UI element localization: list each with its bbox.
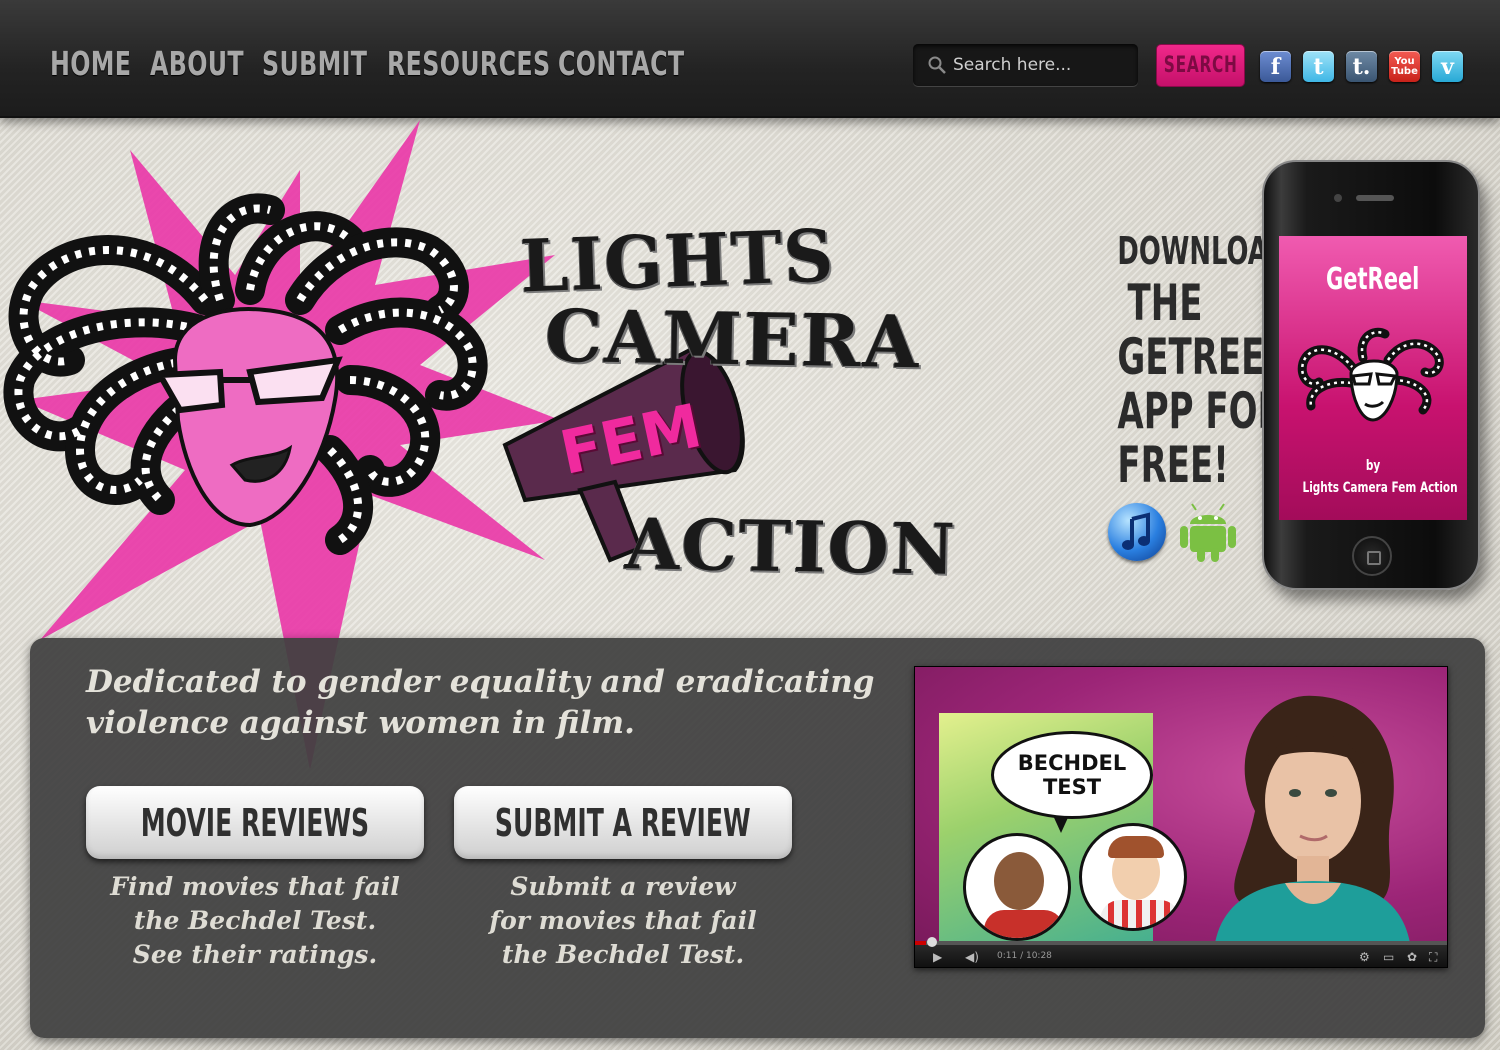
- video-progress-bar[interactable]: [915, 937, 1447, 947]
- vimeo-icon[interactable]: v: [1432, 51, 1463, 82]
- submit-review-desc-line-2: for movies that fail: [489, 906, 757, 935]
- tumblr-icon[interactable]: t.: [1346, 51, 1377, 82]
- logo-word-action: ACTION: [624, 502, 958, 591]
- submit-review-desc-line-3: the Bechdel Test.: [501, 940, 745, 969]
- submit-review-description: Submit a review for movies that fail the…: [454, 870, 792, 972]
- itunes-icon[interactable]: [1108, 503, 1166, 561]
- search-input[interactable]: [953, 52, 1128, 78]
- hd-icon[interactable]: ✿: [1407, 950, 1417, 964]
- comic-character-left: [963, 833, 1071, 941]
- facebook-icon[interactable]: f: [1260, 51, 1291, 82]
- video-controls: ▶ ◀) 0:11 / 10:28 ⚙ ▭ ✿ ⛶: [915, 937, 1447, 967]
- app-byline: by Lights Camera Fem Action: [1279, 458, 1467, 496]
- youtube-glyph: You Tube: [1391, 55, 1418, 77]
- top-navbar: HOME ABOUT SUBMIT RESOURCES CONTACT SEAR…: [0, 0, 1500, 118]
- intro-panel: Dedicated to gender equality and eradica…: [30, 638, 1485, 1038]
- comic-character-right: [1079, 823, 1187, 931]
- video-time: 0:11 / 10:28: [997, 951, 1052, 961]
- app-by-text: by: [1365, 458, 1381, 474]
- captions-icon[interactable]: ▭: [1383, 950, 1394, 964]
- bubble-text-line-1: BECHDEL: [1017, 751, 1127, 775]
- main-nav: HOME ABOUT SUBMIT RESOURCES CONTACT: [50, 44, 698, 83]
- medusa-app-icon: [1297, 327, 1444, 422]
- phone-home-button: [1352, 536, 1392, 576]
- presenter-image: [1215, 695, 1410, 943]
- download-line-2: THE: [1127, 274, 1203, 332]
- nav-contact-link[interactable]: CONTACT: [558, 44, 684, 83]
- app-title-text: GetReel: [1326, 262, 1420, 297]
- speech-bubble: BECHDEL TEST: [991, 731, 1153, 819]
- phone-camera: [1334, 194, 1342, 202]
- submit-review-label: SUBMIT A REVIEW: [495, 800, 751, 845]
- app-title: GetReel: [1279, 262, 1467, 297]
- search-button[interactable]: SEARCH: [1156, 44, 1245, 87]
- twitter-glyph: t: [1313, 53, 1324, 80]
- nav-about-link[interactable]: ABOUT: [150, 44, 244, 83]
- search-button-label: SEARCH: [1163, 53, 1238, 78]
- video-scrubber-knob[interactable]: [927, 937, 937, 947]
- mission-tagline: Dedicated to gender equality and eradica…: [86, 664, 875, 741]
- movie-reviews-desc-line-3: See their ratings.: [132, 940, 378, 969]
- download-line-3: GETREEL: [1117, 328, 1287, 386]
- tumblr-glyph: t.: [1352, 53, 1371, 80]
- youtube-icon[interactable]: You Tube: [1389, 51, 1420, 82]
- movie-reviews-button[interactable]: MOVIE REVIEWS: [86, 786, 424, 859]
- download-line-1: DOWNLOAD: [1117, 229, 1290, 273]
- submit-review-button[interactable]: SUBMIT A REVIEW: [454, 786, 792, 859]
- video-frame[interactable]: BECHDEL TEST: [915, 667, 1447, 943]
- video-progress-fill: [915, 941, 926, 945]
- twitter-icon[interactable]: t: [1303, 51, 1334, 82]
- nav-submit-link[interactable]: SUBMIT: [262, 44, 367, 83]
- bubble-text-line-2: TEST: [1042, 775, 1102, 799]
- movie-reviews-label: MOVIE REVIEWS: [140, 800, 370, 845]
- settings-icon[interactable]: ⚙: [1359, 950, 1370, 964]
- fullscreen-icon[interactable]: ⛶: [1429, 950, 1437, 965]
- movie-reviews-description: Find movies that fail the Bechdel Test. …: [86, 870, 424, 972]
- nav-home-link[interactable]: HOME: [50, 44, 131, 83]
- app-org-text: Lights Camera Fem Action: [1302, 480, 1458, 496]
- phone-speaker: [1356, 195, 1394, 201]
- movie-reviews-desc-line-1: Find movies that fail: [110, 872, 400, 901]
- nav-resources-link[interactable]: RESOURCES: [387, 44, 550, 83]
- volume-icon[interactable]: ◀): [965, 950, 979, 964]
- android-icon[interactable]: [1178, 498, 1238, 564]
- download-line-4: APP FOR: [1117, 382, 1284, 440]
- getreel-phone-mockup: GetReel by Lights Camera Fem Action: [1262, 160, 1480, 590]
- phone-screen: GetReel by Lights Camera Fem Action: [1279, 236, 1467, 520]
- bechdel-test-video-player[interactable]: BECHDEL TEST ▶ ◀) 0:11 / 10:28 ⚙ ▭ ✿ ⛶: [914, 666, 1448, 968]
- play-icon[interactable]: ▶: [933, 950, 942, 964]
- search-box: [913, 44, 1138, 86]
- movie-reviews-desc-line-2: the Bechdel Test.: [133, 906, 377, 935]
- download-app-heading: DOWNLOAD THE GETREEL APP FOR FREE!: [1095, 229, 1290, 494]
- logo-word-camera: CAMERA: [544, 292, 922, 385]
- search-icon: [928, 56, 946, 74]
- facebook-glyph: f: [1270, 53, 1281, 80]
- download-line-5: FREE!: [1117, 436, 1229, 494]
- vimeo-glyph: v: [1441, 53, 1454, 80]
- comic-illustration: BECHDEL TEST: [939, 713, 1187, 941]
- submit-review-desc-line-1: Submit a review: [510, 872, 736, 901]
